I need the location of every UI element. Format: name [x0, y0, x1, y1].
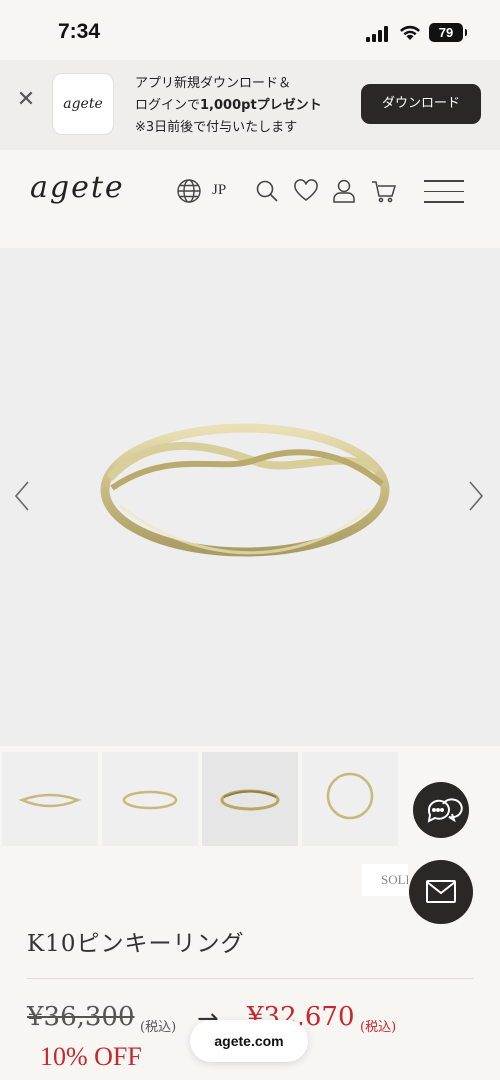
- banner-line-2-bold: 1,000ptプレゼント: [200, 98, 322, 113]
- thumbnail-1[interactable]: [2, 752, 98, 846]
- banner-line-1: アプリ新規ダウンロード＆: [135, 76, 292, 91]
- mail-icon: [426, 880, 456, 903]
- close-icon[interactable]: ✕: [14, 88, 38, 112]
- original-price-tax-label: (税込): [140, 1020, 177, 1035]
- search-icon[interactable]: [254, 178, 280, 204]
- divider: [27, 978, 473, 979]
- chat-button[interactable]: [413, 782, 469, 838]
- chat-bubble-icon: [427, 798, 463, 823]
- product-title: K10ピンキーリング: [27, 931, 245, 957]
- next-arrow-icon[interactable]: [462, 476, 490, 516]
- banner-message: アプリ新規ダウンロード＆ ログインで1,000ptプレゼント ※3日前後で付与い…: [135, 73, 322, 139]
- status-bar: 7:34 79: [0, 0, 500, 60]
- heart-icon[interactable]: [293, 178, 319, 204]
- site-logo[interactable]: agete: [30, 170, 125, 205]
- site-header: agete JP: [0, 150, 500, 248]
- previous-arrow-icon[interactable]: [8, 476, 36, 516]
- sold-badge: SOLD: [362, 864, 408, 896]
- user-icon[interactable]: [331, 178, 357, 204]
- thumbnail-4[interactable]: [302, 752, 398, 846]
- app-download-banner: ✕ agete アプリ新規ダウンロード＆ ログインで1,000ptプレゼント ※…: [0, 60, 500, 150]
- mail-button[interactable]: [409, 860, 473, 924]
- discount-label: 10% OFF: [40, 1042, 142, 1071]
- cellular-signal-icon: [366, 26, 388, 42]
- product-main-image[interactable]: [0, 248, 500, 746]
- menu-icon[interactable]: [424, 180, 464, 204]
- cart-icon[interactable]: [371, 178, 397, 204]
- original-price: ¥36,300: [27, 1002, 135, 1032]
- battery-indicator: 79: [429, 23, 467, 42]
- download-button[interactable]: ダウンロード: [361, 84, 481, 124]
- wifi-icon: [400, 25, 420, 40]
- ring-image: [100, 423, 390, 557]
- status-time: 7:34: [58, 20, 101, 43]
- banner-line-2-prefix: ログインで: [135, 98, 201, 113]
- language-selector[interactable]: JP: [212, 182, 226, 199]
- app-logo: agete: [52, 73, 114, 135]
- globe-icon[interactable]: [176, 178, 202, 204]
- sale-price-tax-label: (税込): [360, 1020, 397, 1035]
- banner-line-2: ログインで1,000ptプレゼント: [135, 95, 322, 117]
- banner-line-3: ※3日前後で付与いたします: [135, 120, 298, 135]
- thumbnail-3[interactable]: [202, 752, 298, 846]
- thumbnail-2[interactable]: [102, 752, 198, 846]
- browser-url-bar[interactable]: agete.com: [190, 1020, 308, 1062]
